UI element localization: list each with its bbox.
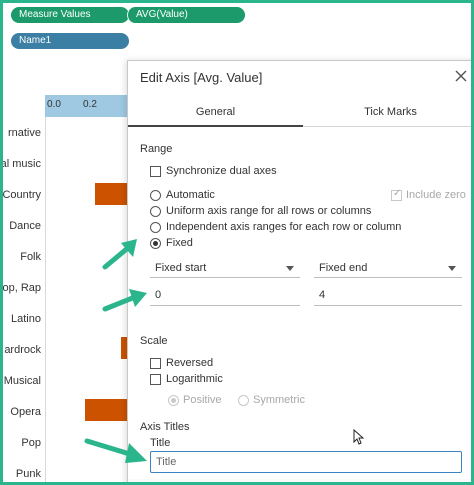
reversed-label: Reversed [166, 357, 214, 369]
chevron-down-icon [448, 266, 456, 271]
category-label: Musical [3, 375, 41, 387]
title-label: Title [150, 437, 171, 449]
tab-tick-marks[interactable]: Tick Marks [303, 97, 471, 127]
category-label: al music [0, 158, 41, 170]
tab-general[interactable]: General [128, 97, 303, 127]
fixed-label: Fixed [166, 237, 193, 249]
screenshot-frame: Measure Values AVG(Value) Name1 0.0 0.2 … [0, 0, 474, 485]
fixed-end-dropdown-label: Fixed end [319, 262, 368, 274]
category-label: Pop [21, 437, 41, 449]
category-label: Folk [20, 251, 41, 263]
name-pill[interactable]: Name1 [11, 33, 129, 49]
category-label: Latino [11, 313, 41, 325]
fixed-start-dropdown-label: Fixed start [155, 262, 207, 274]
bar-country[interactable] [95, 183, 127, 205]
category-label: rnative [7, 127, 41, 139]
dialog-title: Edit Axis [Avg. Value] [140, 70, 263, 85]
close-icon[interactable] [453, 68, 469, 84]
viz-divider [45, 117, 46, 482]
positive-radio[interactable] [168, 395, 179, 406]
uniform-label: Uniform axis range for all rows or colum… [166, 205, 372, 217]
symmetric-label: Symmetric [253, 394, 305, 406]
bar-opera[interactable] [85, 399, 127, 421]
symmetric-radio[interactable] [238, 395, 249, 406]
category-label: Punk [15, 468, 41, 480]
automatic-radio[interactable] [150, 190, 161, 201]
category-label: Opera [10, 406, 41, 418]
category-label: Country [2, 189, 41, 201]
fixed-end-input[interactable]: 4 [314, 284, 462, 306]
mouse-cursor-icon [353, 429, 365, 445]
include-zero-checkbox[interactable] [391, 188, 402, 201]
annotation-arrow-icon [84, 438, 147, 463]
axis-titles-heading: Axis Titles [140, 421, 190, 433]
logarithmic-label: Logarithmic [166, 373, 223, 385]
reversed-checkbox[interactable] [150, 358, 161, 369]
annotation-arrow-icon [102, 289, 147, 312]
axis-title-input[interactable]: Title [150, 451, 462, 473]
scale-heading: Scale [140, 335, 168, 347]
synchronize-checkbox[interactable] [150, 166, 161, 177]
avg-value-pill[interactable]: AVG(Value) [127, 7, 245, 23]
fixed-end-dropdown[interactable]: Fixed end [314, 258, 462, 278]
independent-label: Independent axis ranges for each row or … [166, 221, 402, 233]
range-heading: Range [140, 143, 173, 155]
category-label: Dance [9, 220, 41, 232]
fixed-radio[interactable] [150, 238, 161, 249]
dialog-scroll-area [128, 479, 471, 482]
tab-bar: General Tick Marks [128, 97, 471, 127]
edit-axis-dialog: Edit Axis [Avg. Value] General Tick Mark… [127, 60, 471, 482]
measure-values-pill[interactable]: Measure Values [11, 7, 129, 23]
annotation-arrow-icon [102, 239, 137, 270]
automatic-label: Automatic [166, 189, 215, 201]
fixed-start-input[interactable]: 0 [150, 284, 300, 306]
independent-radio[interactable] [150, 222, 161, 233]
fixed-start-dropdown[interactable]: Fixed start [150, 258, 300, 278]
logarithmic-checkbox[interactable] [150, 374, 161, 385]
positive-label: Positive [183, 394, 222, 406]
synchronize-label: Synchronize dual axes [166, 165, 277, 177]
include-zero-label: Include zero [406, 189, 466, 201]
category-label: op, Rap [2, 282, 41, 294]
axis-tick-label: 0.2 [83, 99, 97, 110]
chevron-down-icon [286, 266, 294, 271]
uniform-radio[interactable] [150, 206, 161, 217]
axis-tick-label: 0.0 [47, 99, 61, 110]
category-label: ardrock [4, 344, 41, 356]
